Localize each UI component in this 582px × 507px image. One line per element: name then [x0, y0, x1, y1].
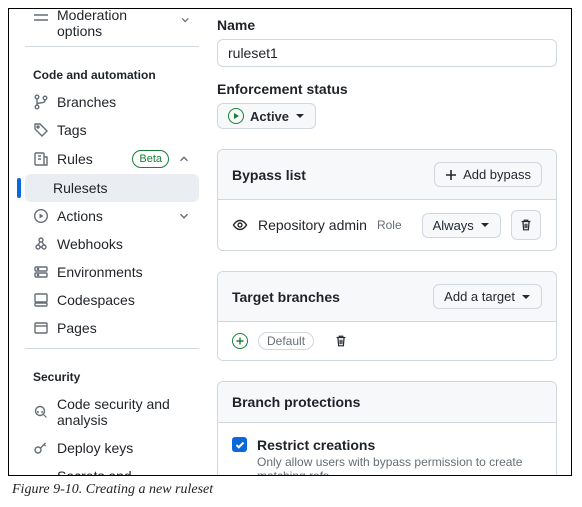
key-icon — [33, 440, 49, 456]
add-target-button[interactable]: Add a target — [433, 284, 542, 309]
sidebar-item-actions[interactable]: Actions — [25, 202, 199, 230]
sidebar-subitem-rulesets[interactable]: Rulesets — [25, 174, 199, 202]
name-input[interactable] — [217, 39, 557, 67]
target-row: Default — [232, 332, 542, 350]
eye-icon — [232, 217, 248, 233]
caret-down-icon — [480, 220, 490, 230]
bypass-mode-dropdown[interactable]: Always — [422, 213, 501, 238]
play-circle-icon — [33, 208, 49, 224]
webhook-icon — [33, 236, 49, 252]
sidebar-item-label: Code security and analysis — [57, 396, 191, 428]
sidebar-heading-code: Code and automation — [25, 53, 199, 88]
enforcement-dropdown[interactable]: Active — [217, 103, 316, 129]
delete-bypass-button[interactable] — [511, 210, 541, 240]
browser-icon — [33, 320, 49, 336]
enforcement-value: Active — [250, 109, 289, 124]
sidebar-item-label: Branches — [57, 94, 116, 110]
beta-badge: Beta — [132, 150, 169, 168]
git-branch-icon — [33, 94, 49, 110]
caret-down-icon — [521, 292, 531, 302]
caret-down-icon — [295, 111, 305, 121]
add-bypass-button[interactable]: Add bypass — [434, 162, 542, 187]
settings-sidebar: Moderation options Code and automation B… — [9, 9, 207, 475]
chevron-down-icon — [179, 13, 191, 27]
bypass-name: Repository admin — [258, 217, 367, 233]
protections-heading: Branch protections — [232, 394, 360, 410]
play-icon — [228, 108, 244, 124]
sidebar-item-label: Rulesets — [53, 180, 107, 196]
delete-target-button[interactable] — [334, 334, 348, 348]
check-icon — [235, 440, 245, 450]
server-icon — [33, 264, 49, 280]
sidebar-heading-security: Security — [25, 355, 199, 390]
figure-caption: Figure 9-10. Creating a new ruleset — [8, 476, 574, 498]
bypass-role: Role — [377, 218, 402, 232]
sidebar-item-webhooks[interactable]: Webhooks — [25, 230, 199, 258]
repo-push-icon — [33, 151, 49, 167]
target-pill[interactable]: Default — [258, 332, 314, 350]
codescan-icon — [33, 404, 49, 420]
sidebar-item-branches[interactable]: Branches — [25, 88, 199, 116]
trash-icon — [334, 334, 348, 348]
sidebar-item-pages[interactable]: Pages — [25, 314, 199, 342]
bypass-heading: Bypass list — [232, 167, 306, 183]
chevron-down-icon — [177, 209, 191, 223]
chevron-up-icon — [177, 152, 191, 166]
sidebar-item-label: Deploy keys — [57, 440, 133, 456]
comment-icon — [33, 12, 49, 28]
targets-panel: Target branches Add a target Default — [217, 271, 557, 361]
sidebar-item-codesecurity[interactable]: Code security and analysis — [25, 390, 199, 434]
sidebar-item-label: Secrets and variables — [57, 468, 164, 475]
protections-panel: Branch protections Restrict creations On… — [217, 381, 557, 475]
codespaces-icon — [33, 292, 49, 308]
sidebar-item-label: Pages — [57, 320, 97, 336]
sidebar-item-label: Codespaces — [57, 292, 135, 308]
checkbox-restrict-creations[interactable] — [232, 437, 247, 452]
sidebar-item-rules[interactable]: Rules Beta — [25, 144, 199, 174]
bypass-row: Repository admin Role Always — [232, 210, 542, 240]
sidebar-item-label: Webhooks — [57, 236, 123, 252]
protection-title: Restrict creations — [257, 437, 542, 453]
ruleset-form: Name Enforcement status Active Bypass li… — [207, 9, 571, 475]
bypass-panel: Bypass list Add bypass Repository admin … — [217, 149, 557, 251]
sidebar-item-label: Rules — [57, 151, 93, 167]
sidebar-item-secrets[interactable]: Secrets and variables — [25, 462, 199, 475]
sidebar-item-codespaces[interactable]: Codespaces — [25, 286, 199, 314]
enforcement-label: Enforcement status — [217, 81, 557, 97]
name-label: Name — [217, 17, 557, 33]
sidebar-item-moderation[interactable]: Moderation options — [25, 9, 199, 40]
sidebar-item-label: Actions — [57, 208, 103, 224]
protection-desc: Only allow users with bypass permission … — [257, 455, 542, 475]
protection-item: Restrict creations Only allow users with… — [232, 437, 542, 475]
targets-heading: Target branches — [232, 289, 340, 305]
sidebar-item-label: Environments — [57, 264, 143, 280]
plus-circle-icon — [232, 333, 248, 349]
sidebar-item-deploykeys[interactable]: Deploy keys — [25, 434, 199, 462]
trash-icon — [519, 218, 533, 232]
sidebar-item-label: Tags — [57, 122, 87, 138]
plus-icon — [445, 169, 457, 181]
tag-icon — [33, 122, 49, 138]
sidebar-item-environments[interactable]: Environments — [25, 258, 199, 286]
sidebar-item-tags[interactable]: Tags — [25, 116, 199, 144]
